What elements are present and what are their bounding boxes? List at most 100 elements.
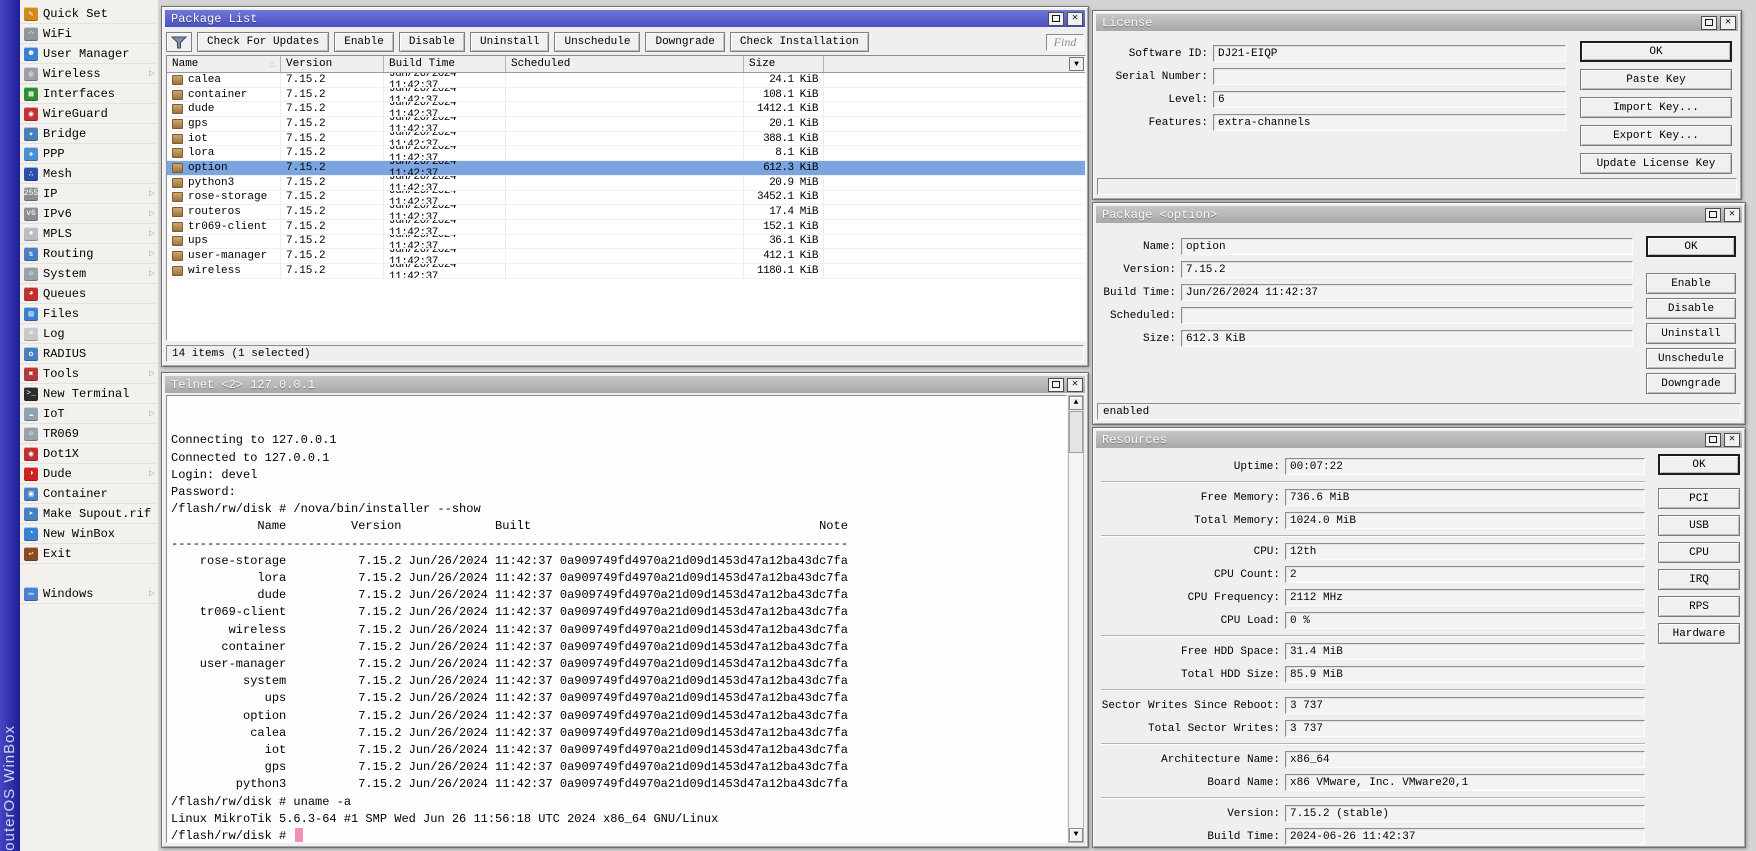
close-button[interactable]: ✕ [1724, 208, 1740, 222]
close-button[interactable]: ✕ [1067, 12, 1083, 26]
field-value[interactable]: Jun/26/2024 11:42:37 [1181, 284, 1633, 301]
window-button[interactable]: Update License Key [1580, 153, 1732, 174]
field-value[interactable]: extra-channels [1213, 114, 1566, 131]
column-header-name[interactable]: Name △ [167, 56, 281, 72]
close-button[interactable]: ✕ [1067, 378, 1083, 392]
sidebar-item[interactable]: ◉ Dot1X ▷ [20, 444, 158, 464]
sidebar-item[interactable]: ◎ Wireless ▷ [20, 64, 158, 84]
sidebar-item[interactable]: ➤ Make Supout.rif ▷ [20, 504, 158, 524]
sidebar-item[interactable]: ☼ System ▷ [20, 264, 158, 284]
toolbar-button[interactable]: Disable [399, 32, 465, 52]
window-titlebar[interactable]: Package List ✕ [165, 10, 1085, 27]
window-button[interactable]: Downgrade [1646, 373, 1736, 394]
field-value[interactable]: x86_64 [1285, 751, 1645, 768]
close-button[interactable]: ✕ [1720, 16, 1736, 30]
field-value[interactable]: 12th [1285, 543, 1645, 560]
sidebar-item[interactable]: ⇅ Routing ▷ [20, 244, 158, 264]
sidebar-item[interactable]: ✎ Quick Set ▷ [20, 4, 158, 24]
window-button[interactable]: Hardware [1658, 623, 1740, 644]
table-row[interactable]: rose-storage 7.15.2 Jun/26/2024 11:42:37… [167, 191, 1085, 206]
window-button[interactable]: Import Key... [1580, 97, 1732, 118]
maximize-button[interactable] [1048, 12, 1064, 26]
table-row[interactable]: tr069-client 7.15.2 Jun/26/2024 11:42:37… [167, 220, 1085, 235]
window-button[interactable]: CPU [1658, 542, 1740, 563]
sidebar-item[interactable]: ◕ Queues ▷ [20, 284, 158, 304]
window-button[interactable]: OK [1646, 236, 1736, 257]
field-value[interactable]: 7.15.2 [1181, 261, 1633, 278]
maximize-button[interactable] [1701, 16, 1717, 30]
field-value[interactable]: 736.6 MiB [1285, 489, 1645, 506]
table-row[interactable]: option 7.15.2 Jun/26/2024 11:42:37 612.3… [167, 161, 1085, 176]
sidebar-item[interactable]: ✪ RADIUS ▷ [20, 344, 158, 364]
field-value[interactable]: 85.9 MiB [1285, 666, 1645, 683]
sidebar-item[interactable]: ◉ WireGuard ▷ [20, 104, 158, 124]
field-value[interactable]: option [1181, 238, 1633, 255]
window-button[interactable]: Paste Key [1580, 69, 1732, 90]
field-value[interactable]: 31.4 MiB [1285, 643, 1645, 660]
table-row[interactable]: container 7.15.2 Jun/26/2024 11:42:37 10… [167, 88, 1085, 103]
scrollbar-thumb[interactable] [1069, 411, 1083, 453]
sidebar-item[interactable]: v6 IPv6 ▷ [20, 204, 158, 224]
field-value[interactable]: 3 737 [1285, 720, 1645, 737]
field-value[interactable]: 1024.0 MiB [1285, 512, 1645, 529]
sidebar-item[interactable]: ✦ Bridge ▷ [20, 124, 158, 144]
field-value[interactable] [1181, 307, 1633, 324]
window-titlebar[interactable]: Package <option> ✕ [1096, 206, 1742, 223]
sidebar-item[interactable]: ∴ Mesh ▷ [20, 164, 158, 184]
window-button[interactable]: PCI [1658, 488, 1740, 509]
table-row[interactable]: python3 7.15.2 Jun/26/2024 11:42:37 20.9… [167, 176, 1085, 191]
toolbar-button[interactable]: Downgrade [645, 32, 724, 52]
sidebar-item[interactable]: ▣ Container ▷ [20, 484, 158, 504]
sidebar-item[interactable]: ▦ Interfaces ▷ [20, 84, 158, 104]
field-value[interactable]: x86 VMware, Inc. VMware20,1 [1285, 774, 1645, 791]
sidebar-item[interactable]: ● MPLS ▷ [20, 224, 158, 244]
toolbar-button[interactable]: Check For Updates [197, 32, 329, 52]
window-button[interactable]: Unschedule [1646, 348, 1736, 369]
window-button[interactable]: OK [1658, 454, 1740, 475]
window-button[interactable]: RPS [1658, 596, 1740, 617]
sidebar-item[interactable]: >_ New Terminal ▷ [20, 384, 158, 404]
scroll-down-icon[interactable]: ▼ [1069, 828, 1083, 842]
field-value[interactable]: 6 [1213, 91, 1566, 108]
window-button[interactable]: Disable [1646, 298, 1736, 319]
maximize-button[interactable] [1048, 378, 1064, 392]
field-value[interactable]: 2024-06-26 11:42:37 [1285, 828, 1645, 845]
maximize-button[interactable] [1705, 208, 1721, 222]
toolbar-button[interactable]: Check Installation [730, 32, 869, 52]
field-value[interactable] [1213, 68, 1566, 85]
field-value[interactable]: DJ21-EIQP [1213, 45, 1566, 62]
table-row[interactable]: ups 7.15.2 Jun/26/2024 11:42:37 36.1 KiB [167, 235, 1085, 250]
find-input[interactable] [1046, 34, 1084, 51]
filter-button[interactable] [166, 32, 192, 52]
field-value[interactable]: 7.15.2 (stable) [1285, 805, 1645, 822]
sidebar-item[interactable]: ☁ IoT ▷ [20, 404, 158, 424]
field-value[interactable]: 00:07:22 [1285, 458, 1645, 475]
table-row[interactable]: routeros 7.15.2 Jun/26/2024 11:42:37 17.… [167, 205, 1085, 220]
sidebar-item[interactable]: ▤ Files ▷ [20, 304, 158, 324]
window-titlebar[interactable]: License ✕ [1096, 14, 1738, 31]
field-value[interactable]: 0 % [1285, 612, 1645, 629]
window-button[interactable]: USB [1658, 515, 1740, 536]
sidebar-item[interactable]: ☼ TR069 ▷ [20, 424, 158, 444]
scroll-up-icon[interactable]: ▲ [1069, 396, 1083, 410]
column-header-version[interactable]: Version [281, 56, 384, 72]
window-titlebar[interactable]: Resources ✕ [1096, 431, 1742, 448]
sidebar-item[interactable]: ◑ Dude ▷ [20, 464, 158, 484]
field-value[interactable]: 3 737 [1285, 697, 1645, 714]
sidebar-item[interactable]: 255 IP ▷ [20, 184, 158, 204]
sidebar-item[interactable]: ▭ Windows ▷ [20, 584, 158, 604]
window-button[interactable]: OK [1580, 41, 1732, 62]
terminal-output[interactable]: Connecting to 127.0.0.1 Connected to 127… [166, 395, 1067, 843]
sidebar-item[interactable]: ✖ Tools ▷ [20, 364, 158, 384]
sidebar-item[interactable]: ✚ PPP ▷ [20, 144, 158, 164]
table-row[interactable]: user-manager 7.15.2 Jun/26/2024 11:42:37… [167, 249, 1085, 264]
maximize-button[interactable] [1705, 433, 1721, 447]
sidebar-item[interactable]: ◔ New WinBox ▷ [20, 524, 158, 544]
window-titlebar[interactable]: Telnet <2> 127.0.0.1 ✕ [165, 376, 1085, 393]
terminal-scrollbar[interactable]: ▲ ▼ [1068, 395, 1084, 843]
field-value[interactable]: 2 [1285, 566, 1645, 583]
close-button[interactable]: ✕ [1724, 433, 1740, 447]
toolbar-button[interactable]: Unschedule [554, 32, 640, 52]
window-button[interactable]: Export Key... [1580, 125, 1732, 146]
table-row[interactable]: lora 7.15.2 Jun/26/2024 11:42:37 8.1 KiB [167, 146, 1085, 161]
